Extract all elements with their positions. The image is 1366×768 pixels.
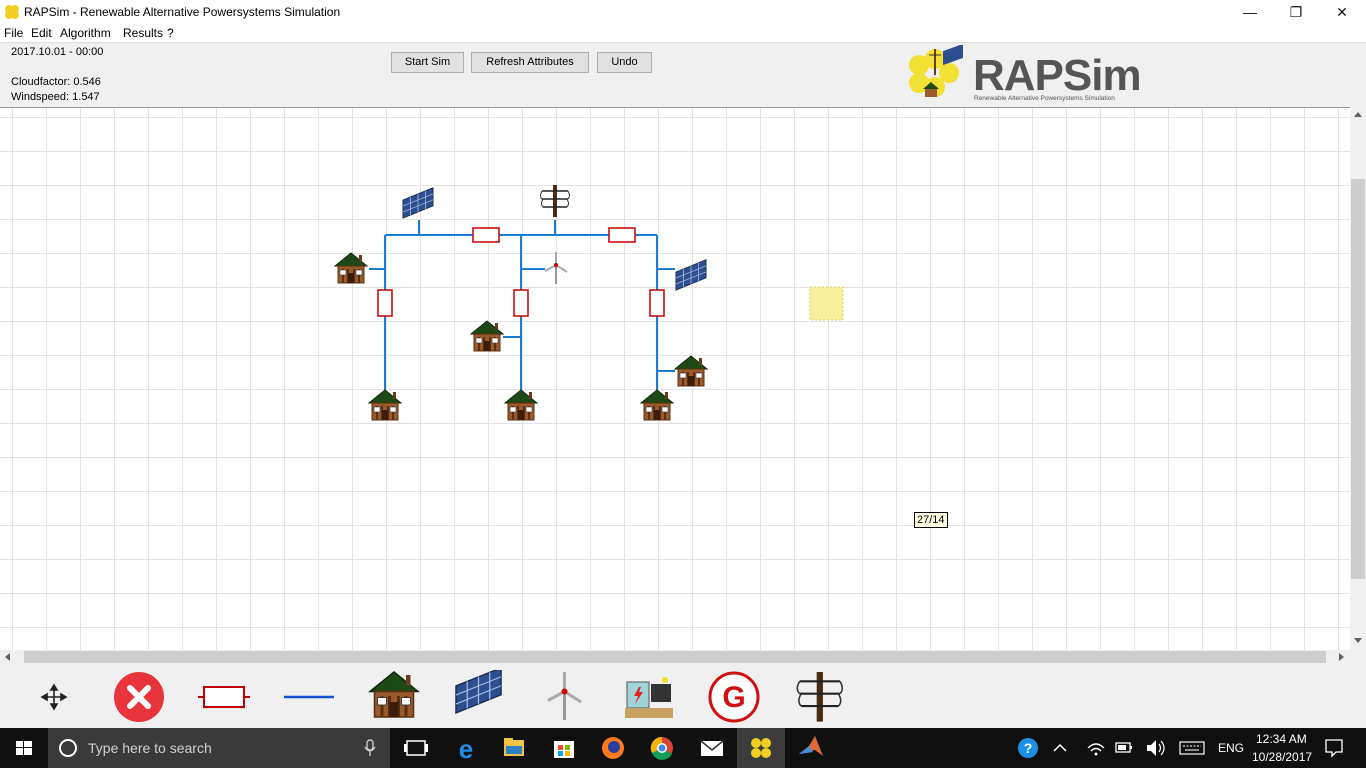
vertical-scrollbar[interactable] <box>1350 107 1366 650</box>
house-top-left[interactable] <box>334 252 368 284</box>
solar-panel-icon[interactable] <box>451 670 507 724</box>
grid-canvas[interactable]: 27/14 <box>0 107 1350 650</box>
top-panel: 2017.10.01 - 00:00 Cloudfactor: 0.546 Wi… <box>0 42 1366 107</box>
search-placeholder: Type here to search <box>88 740 212 756</box>
resistor-right[interactable] <box>649 289 665 317</box>
window-title: RAPSim - Renewable Alternative Powersyst… <box>24 5 341 19</box>
clock-time[interactable]: 12:34 AM <box>1256 732 1307 746</box>
menu-help[interactable]: ? <box>167 26 174 40</box>
taskbar-search-box[interactable]: Type here to search <box>48 728 390 768</box>
transformer-pole[interactable] <box>539 184 571 218</box>
simulation-datetime: 2017.10.01 - 00:00 <box>11 46 104 58</box>
clock-date[interactable]: 10/28/2017 <box>1252 750 1312 764</box>
menu-algorithm[interactable]: Algorithm <box>60 26 111 40</box>
chrome-icon[interactable] <box>638 728 686 768</box>
menu-bar: File Edit Algorithm Results ? <box>0 24 1366 42</box>
horizontal-scrollbar[interactable] <box>0 650 1350 664</box>
house-bottom-middle[interactable] <box>504 389 538 421</box>
delete-icon[interactable] <box>111 670 167 724</box>
selection-cell[interactable] <box>809 286 844 321</box>
vertical-scrollbar-graphic <box>1351 112 1365 643</box>
rapsim-logo: RAPSim Renewable Alternative Powersystem… <box>905 43 1142 107</box>
svg-text:?: ? <box>1024 740 1033 756</box>
refresh-attributes-button[interactable]: Refresh Attributes <box>471 52 589 73</box>
generator-icon[interactable]: G <box>706 670 762 724</box>
resistor-middle[interactable] <box>513 289 529 317</box>
chevron-up-icon[interactable] <box>1046 728 1074 768</box>
house-icon[interactable] <box>366 670 422 724</box>
battery-station-icon[interactable] <box>621 670 677 724</box>
wind-turbine-icon[interactable] <box>536 670 592 724</box>
close-button[interactable]: ✕ <box>1319 0 1365 24</box>
transformer-pole-icon[interactable] <box>791 670 847 724</box>
edge-browser-icon[interactable]: e <box>442 728 490 768</box>
file-explorer-icon[interactable] <box>490 728 538 768</box>
microphone-icon[interactable] <box>364 739 376 757</box>
network-diagram <box>334 184 844 421</box>
solar-panel-top[interactable] <box>402 187 434 219</box>
horizontal-scrollbar-graphic <box>5 651 1344 663</box>
input-language[interactable]: ENG <box>1218 741 1244 755</box>
rapsim-taskbar-icon[interactable] <box>737 728 785 768</box>
move-icon[interactable] <box>26 670 82 724</box>
cloudfactor-label: Cloudfactor: 0.546 <box>11 76 101 88</box>
matlab-icon[interactable] <box>787 728 835 768</box>
wind-turbine[interactable] <box>544 251 568 285</box>
firefox-icon[interactable] <box>589 728 637 768</box>
svg-text:e: e <box>459 734 473 764</box>
undo-button[interactable]: Undo <box>597 52 652 73</box>
house-middle[interactable] <box>470 320 504 352</box>
scrollbar-corner <box>1350 650 1366 664</box>
menu-file[interactable]: File <box>4 26 23 40</box>
rapsim-app-icon <box>5 5 19 19</box>
minimize-button[interactable]: — <box>1227 0 1273 24</box>
store-icon[interactable] <box>540 728 588 768</box>
task-view-icon[interactable] <box>392 728 440 768</box>
volume-icon[interactable] <box>1141 728 1169 768</box>
windows-taskbar: Type here to search e ? ENG 12:34 AM 10/… <box>0 728 1366 768</box>
house-right[interactable] <box>674 355 708 387</box>
mail-icon[interactable] <box>688 728 736 768</box>
logo-subtitle: Renewable Alternative Powersystems Simul… <box>974 95 1115 102</box>
windows-start-icon[interactable] <box>0 728 48 768</box>
svg-text:G: G <box>722 681 745 714</box>
battery-icon[interactable] <box>1110 728 1138 768</box>
logo-emblem-icon <box>909 43 963 97</box>
help-tray-icon[interactable]: ? <box>1004 728 1052 768</box>
resistor-icon[interactable] <box>196 670 252 724</box>
notifications-icon[interactable] <box>1318 728 1350 768</box>
coordinate-readout: 27/14 <box>914 512 948 528</box>
windspeed-label: Windspeed: 1.547 <box>11 91 100 103</box>
solar-panel-right[interactable] <box>675 259 707 291</box>
component-toolbox: G <box>0 664 1366 728</box>
resistor-left[interactable] <box>377 289 393 317</box>
search-circle-icon <box>59 739 77 757</box>
vertical-scroll-thumb[interactable] <box>1351 179 1365 579</box>
menu-edit[interactable]: Edit <box>31 26 52 40</box>
resistor-top-left[interactable] <box>472 227 500 243</box>
logo-title: RAPSim <box>973 51 1142 100</box>
wifi-icon[interactable] <box>1082 728 1110 768</box>
cable-icon[interactable] <box>281 670 337 724</box>
resistor-top-right[interactable] <box>608 227 636 243</box>
start-sim-button[interactable]: Start Sim <box>391 52 464 73</box>
house-bottom-left[interactable] <box>368 389 402 421</box>
house-bottom-right[interactable] <box>640 389 674 421</box>
keyboard-icon[interactable] <box>1176 728 1208 768</box>
horizontal-scroll-thumb[interactable] <box>24 651 1326 663</box>
title-bar: RAPSim - Renewable Alternative Powersyst… <box>0 0 1366 24</box>
menu-results[interactable]: Results <box>123 26 163 40</box>
maximize-button[interactable]: ❐ <box>1273 0 1319 24</box>
